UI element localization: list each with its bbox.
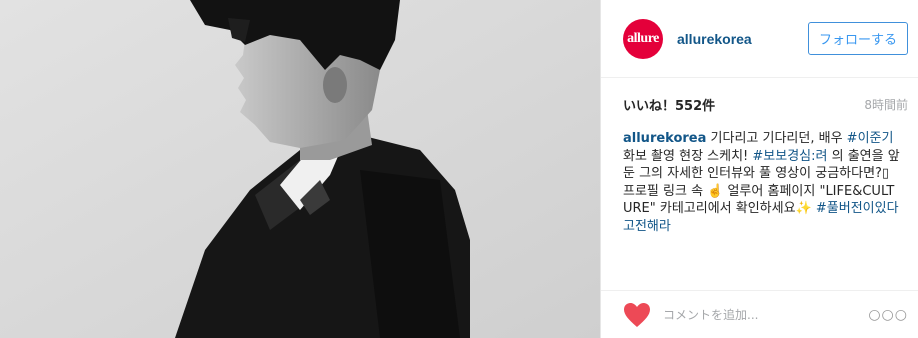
avatar-logo-text: allure — [627, 30, 659, 46]
username-link[interactable]: allurekorea — [677, 31, 808, 47]
hashtag-link[interactable]: #보보경심:려 — [752, 149, 827, 164]
caption-text: 화보 촬영 현장 스케치! — [623, 148, 753, 164]
post-meta: いいね！552件 8時間前 — [601, 78, 918, 130]
comment-input[interactable] — [661, 306, 869, 323]
portrait-image — [0, 0, 600, 338]
post-header: allure allurekorea フォローする — [601, 0, 918, 78]
post-sidebar: allure allurekorea フォローする いいね！552件 8時間前 … — [600, 0, 918, 338]
post-caption: allurekorea 기다리고 기다리던, 배우 #이준기 화보 촬영 현장 … — [601, 130, 918, 236]
post-timestamp[interactable]: 8時間前 — [864, 96, 908, 113]
comment-bar: ○○○ — [601, 290, 918, 338]
instagram-post: allure allurekorea フォローする いいね！552件 8時間前 … — [0, 0, 918, 338]
hashtag-link[interactable]: #이준기 — [847, 131, 894, 146]
post-photo[interactable] — [0, 0, 600, 338]
caption-text: 기다리고 기다리던, 배우 — [706, 131, 847, 146]
follow-button[interactable]: フォローする — [807, 22, 908, 55]
caption-username[interactable]: allurekorea — [623, 131, 706, 146]
avatar[interactable]: allure — [623, 18, 663, 59]
heart-icon[interactable] — [623, 302, 651, 328]
likes-count[interactable]: いいね！552件 — [623, 95, 715, 114]
more-options-icon[interactable]: ○○○ — [868, 307, 908, 323]
